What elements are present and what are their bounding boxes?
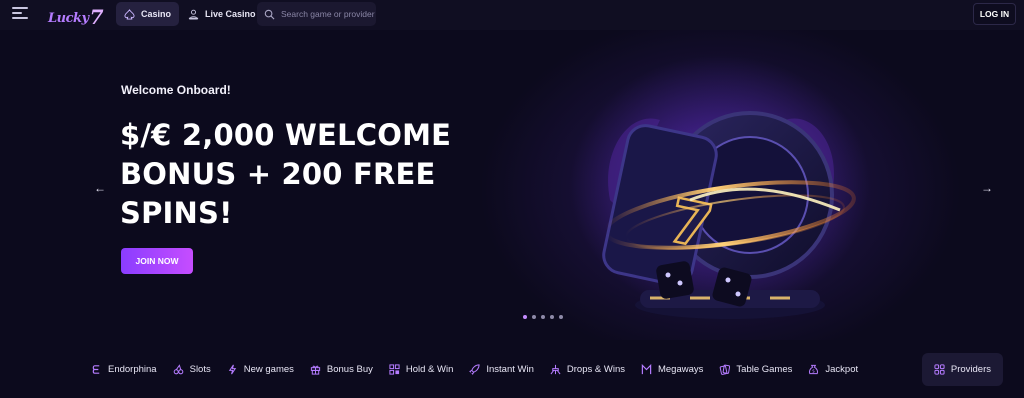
slide-dot[interactable] bbox=[541, 315, 545, 319]
hero-artwork: 7 bbox=[570, 55, 870, 319]
cards-icon bbox=[720, 364, 731, 375]
category-label: Bonus Buy bbox=[326, 363, 373, 375]
grid-icon bbox=[389, 363, 400, 375]
category-label: New games bbox=[243, 363, 294, 375]
logo-mark: 7 bbox=[89, 5, 104, 29]
category-jackpot[interactable]: $ Jackpot bbox=[800, 350, 866, 388]
category-endorphina[interactable]: Endorphina bbox=[83, 350, 165, 388]
hero-headline: $/€ 2,000 WELCOME BONUS + 200 FREE SPINS… bbox=[120, 118, 452, 230]
category-hold-win[interactable]: Hold & Win bbox=[381, 350, 462, 388]
hero-banner: ← Welcome Onboard! $/€ 2,000 WELCOME BON… bbox=[0, 30, 1024, 340]
spade-icon bbox=[124, 8, 135, 20]
top-bar: Lucky7 Casino Live Casino LOG IN bbox=[0, 0, 1024, 30]
category-label: Drops & Wins bbox=[566, 363, 625, 375]
category-slots[interactable]: Slots bbox=[165, 350, 219, 388]
gift-icon bbox=[310, 365, 321, 375]
tab-live-casino[interactable]: Live Casino bbox=[180, 2, 264, 26]
category-drops-wins[interactable]: Drops & Wins bbox=[542, 350, 633, 388]
dealer-icon bbox=[188, 9, 199, 20]
logo-text: Lucky bbox=[48, 11, 89, 26]
category-label: Table Games bbox=[736, 363, 793, 375]
category-label: Slots bbox=[189, 363, 211, 375]
megaways-icon bbox=[641, 363, 652, 374]
slide-dot-active[interactable] bbox=[523, 315, 527, 319]
login-button[interactable]: LOG IN bbox=[973, 3, 1016, 25]
category-bar: Endorphina Slots New games Bonus Buy Hol… bbox=[83, 350, 1003, 388]
slide-indicators bbox=[523, 315, 563, 319]
lightning-icon bbox=[228, 364, 236, 374]
category-label: Megaways bbox=[657, 363, 704, 375]
drops-icon bbox=[550, 364, 561, 374]
join-now-button[interactable]: JOIN NOW bbox=[121, 248, 193, 274]
category-megaways[interactable]: Megaways bbox=[633, 350, 711, 388]
providers-grid-icon bbox=[934, 363, 945, 375]
site-logo[interactable]: Lucky7 bbox=[48, 3, 104, 29]
arrow-left-icon[interactable]: ← bbox=[89, 177, 111, 199]
category-label: Endorphina bbox=[108, 363, 157, 375]
svg-text:$: $ bbox=[812, 368, 815, 374]
tab-live-casino-label: Live Casino bbox=[205, 9, 256, 19]
cherries-icon bbox=[173, 363, 183, 374]
category-label: Instant Win bbox=[486, 363, 534, 375]
slide-dot[interactable] bbox=[532, 315, 536, 319]
search-input[interactable] bbox=[281, 9, 376, 19]
rocket-icon bbox=[469, 363, 480, 375]
slide-dot[interactable] bbox=[550, 315, 554, 319]
moneybag-icon: $ bbox=[809, 364, 819, 374]
category-label: Hold & Win bbox=[405, 363, 454, 375]
arrow-right-icon[interactable]: → bbox=[976, 177, 998, 199]
tab-casino-label: Casino bbox=[141, 9, 172, 19]
category-bonus-buy[interactable]: Bonus Buy bbox=[302, 350, 381, 388]
tab-casino[interactable]: Casino bbox=[116, 2, 180, 26]
slide-dot[interactable] bbox=[559, 315, 563, 319]
providers-button[interactable]: Providers bbox=[921, 352, 1003, 386]
menu-icon[interactable] bbox=[12, 7, 28, 21]
category-new-games[interactable]: New games bbox=[219, 350, 302, 388]
category-table-games[interactable]: Table Games bbox=[711, 350, 800, 388]
providers-label: Providers bbox=[950, 363, 991, 375]
hero-welcome: Welcome Onboard! bbox=[121, 83, 231, 97]
search-icon bbox=[264, 9, 275, 19]
category-instant-win[interactable]: Instant Win bbox=[461, 350, 542, 388]
endorphina-icon bbox=[92, 364, 100, 374]
category-label: Jackpot bbox=[825, 363, 859, 375]
search-box[interactable] bbox=[257, 2, 376, 26]
